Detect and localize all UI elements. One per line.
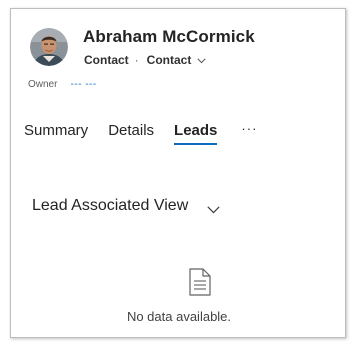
empty-state-message: No data available. xyxy=(126,309,232,324)
owner-field: Owner --- --- xyxy=(28,79,97,90)
tab-leads-label: Leads xyxy=(174,122,218,139)
entity-type-label: Contact xyxy=(84,53,129,67)
view-selector[interactable]: Lead Associated View xyxy=(32,193,220,219)
view-title: Lead Associated View xyxy=(32,197,189,214)
tab-list: Summary Details Leads ··· xyxy=(24,121,257,148)
more-tabs-label: ··· xyxy=(241,121,258,136)
document-icon xyxy=(189,268,211,301)
tab-summary[interactable]: Summary xyxy=(24,122,88,145)
record-card: Abraham McCormick Contact · Contact Owne… xyxy=(10,8,346,338)
form-selector-label: Contact xyxy=(146,53,192,67)
record-subtitle: Contact · Contact xyxy=(84,53,206,67)
chevron-down-icon xyxy=(197,53,206,67)
record-title: Abraham McCormick xyxy=(83,27,255,46)
tab-summary-label: Summary xyxy=(24,122,89,139)
owner-value-link[interactable]: --- --- xyxy=(70,79,96,90)
form-selector[interactable]: Contact xyxy=(147,53,207,67)
tab-details-label: Details xyxy=(108,122,155,139)
avatar[interactable] xyxy=(30,28,68,66)
separator-dot: · xyxy=(134,53,139,67)
more-tabs-button[interactable]: ··· xyxy=(241,121,257,142)
owner-label: Owner xyxy=(28,79,58,90)
tab-leads[interactable]: Leads xyxy=(174,122,218,145)
avatar-photo-icon xyxy=(30,28,68,66)
tab-details[interactable]: Details xyxy=(108,122,154,145)
chevron-down-icon[interactable] xyxy=(207,201,220,219)
selected-tab-indicator xyxy=(174,143,218,145)
